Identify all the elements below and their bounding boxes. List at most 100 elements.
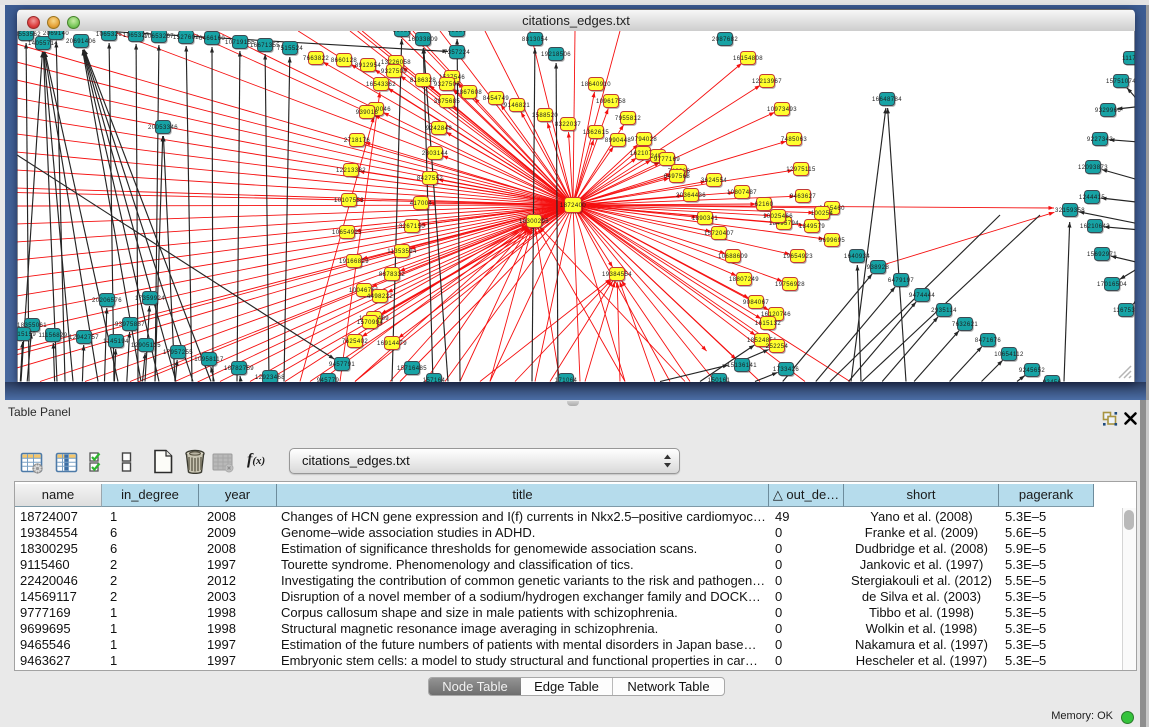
svg-text:19218506: 19218506 bbox=[541, 52, 571, 58]
svg-text:7663822: 7663822 bbox=[303, 56, 329, 62]
svg-text:19384554: 19384554 bbox=[602, 272, 632, 278]
svg-text:7485063: 7485063 bbox=[781, 137, 807, 143]
svg-text:7625402: 7625402 bbox=[342, 339, 368, 345]
svg-text:8427552: 8427552 bbox=[417, 176, 443, 182]
svg-text:1145194: 1145194 bbox=[103, 339, 129, 345]
svg-text:18807249: 18807249 bbox=[729, 277, 759, 283]
svg-text:15751074: 15751074 bbox=[1106, 79, 1135, 85]
svg-text:12213382: 12213382 bbox=[336, 168, 366, 174]
svg-text:19654923: 19654923 bbox=[783, 254, 813, 260]
svg-text:9227343: 9227343 bbox=[1087, 137, 1113, 143]
svg-text:2803144: 2803144 bbox=[422, 151, 448, 157]
svg-text:1362615: 1362615 bbox=[583, 130, 609, 136]
svg-text:9794028: 9794028 bbox=[631, 137, 657, 143]
svg-text:19756928: 19756928 bbox=[775, 282, 805, 288]
svg-text:7515524: 7515524 bbox=[277, 46, 303, 52]
svg-text:16210643: 16210643 bbox=[1080, 224, 1110, 230]
svg-text:2867608: 2867608 bbox=[456, 90, 482, 96]
svg-text:8878332: 8878332 bbox=[379, 272, 405, 278]
svg-text:14055714: 14055714 bbox=[28, 41, 58, 47]
svg-text:10958117: 10958117 bbox=[194, 357, 224, 363]
svg-text:12942757: 12942757 bbox=[69, 335, 99, 341]
svg-text:9329966: 9329966 bbox=[1095, 108, 1121, 114]
svg-text:9327505: 9327505 bbox=[434, 82, 460, 88]
svg-text:8813054: 8813054 bbox=[522, 37, 548, 43]
svg-text:1849579: 1849579 bbox=[799, 224, 825, 230]
svg-text:157164: 157164 bbox=[423, 378, 446, 382]
svg-text:10653267: 10653267 bbox=[144, 34, 174, 40]
svg-text:17016504: 17016504 bbox=[1097, 282, 1127, 288]
svg-text:12093873: 12093873 bbox=[1078, 165, 1108, 171]
svg-text:1588520: 1588520 bbox=[532, 113, 558, 119]
svg-text:8990448: 8990448 bbox=[605, 138, 631, 144]
svg-text:20206576: 20206576 bbox=[92, 298, 122, 304]
svg-text:93975887: 93975887 bbox=[115, 322, 145, 328]
svg-text:9245652: 9245652 bbox=[1019, 368, 1045, 374]
svg-text:16914479: 16914479 bbox=[377, 341, 407, 347]
svg-text:8471676: 8471676 bbox=[975, 338, 1001, 344]
svg-text:10654112: 10654112 bbox=[994, 352, 1024, 358]
svg-text:11353594: 11353594 bbox=[387, 249, 417, 255]
svg-text:20053346: 20053346 bbox=[148, 125, 178, 131]
svg-text:3875685: 3875685 bbox=[434, 99, 460, 105]
svg-text:15720407: 15720407 bbox=[704, 231, 734, 237]
svg-text:1167533: 1167533 bbox=[1113, 308, 1135, 314]
svg-text:8322037: 8322037 bbox=[555, 122, 581, 128]
svg-text:12905135: 12905135 bbox=[131, 343, 161, 349]
svg-text:10654923: 10654923 bbox=[332, 230, 362, 236]
svg-text:20691406: 20691406 bbox=[66, 39, 96, 45]
svg-text:7357224: 7357224 bbox=[444, 50, 470, 56]
svg-text:9084067: 9084067 bbox=[743, 300, 769, 306]
svg-text:8454749: 8454749 bbox=[483, 96, 509, 102]
svg-text:2087682: 2087682 bbox=[712, 37, 738, 43]
svg-text:15716485: 15716485 bbox=[397, 366, 427, 372]
svg-text:12975115: 12975115 bbox=[786, 167, 816, 173]
svg-text:15692971: 15692971 bbox=[1087, 252, 1117, 258]
svg-text:3624554: 3624554 bbox=[701, 178, 727, 184]
svg-text:16782759: 16782759 bbox=[224, 366, 254, 372]
svg-text:62160: 62160 bbox=[755, 202, 774, 208]
svg-text:8660128: 8660128 bbox=[331, 58, 357, 64]
svg-text:7955812: 7955812 bbox=[615, 116, 641, 122]
svg-text:16154808: 16154808 bbox=[733, 56, 763, 62]
svg-text:10961758: 10961758 bbox=[596, 99, 626, 105]
svg-text:9242848: 9242848 bbox=[426, 126, 452, 132]
svg-text:10807487: 10807487 bbox=[727, 190, 757, 196]
svg-text:8186328: 8186328 bbox=[410, 78, 436, 84]
svg-text:8912954: 8912954 bbox=[355, 63, 381, 69]
svg-text:16671355: 16671355 bbox=[250, 43, 280, 49]
svg-text:7632621: 7632621 bbox=[952, 322, 978, 328]
svg-text:16543362: 16543362 bbox=[366, 82, 396, 88]
svg-text:15136141: 15136141 bbox=[727, 363, 757, 369]
svg-text:1890341: 1890341 bbox=[692, 216, 718, 222]
svg-text:10025466: 10025466 bbox=[763, 214, 793, 220]
svg-text:6479197: 6479197 bbox=[888, 278, 914, 284]
svg-text:939016: 939016 bbox=[356, 110, 379, 116]
svg-text:9474444: 9474444 bbox=[909, 293, 935, 299]
svg-text:1570994: 1570994 bbox=[357, 320, 383, 326]
svg-text:417004: 417004 bbox=[410, 201, 433, 207]
svg-text:2069140: 2069140 bbox=[43, 31, 69, 37]
svg-text:4498222: 4498222 bbox=[367, 294, 393, 300]
svg-text:171064: 171064 bbox=[555, 378, 578, 382]
svg-text:20364436: 20364436 bbox=[676, 193, 706, 199]
svg-text:3267150: 3267150 bbox=[399, 224, 425, 230]
svg-text:3915159: 3915159 bbox=[17, 332, 36, 338]
svg-text:12923468: 12923468 bbox=[255, 375, 285, 381]
svg-text:9146821: 9146821 bbox=[504, 103, 530, 109]
svg-text:19166829: 19166829 bbox=[339, 259, 369, 265]
svg-text:150161: 150161 bbox=[708, 378, 731, 382]
svg-text:10688609: 10688609 bbox=[718, 254, 748, 260]
svg-text:2935114: 2935114 bbox=[931, 308, 957, 314]
svg-text:16033809: 16033809 bbox=[408, 37, 438, 43]
svg-text:9457791: 9457791 bbox=[329, 362, 355, 368]
svg-text:6497568: 6497568 bbox=[664, 174, 690, 180]
svg-text:1615132: 1615132 bbox=[755, 321, 781, 327]
svg-text:1733426: 1733426 bbox=[773, 367, 799, 373]
svg-text:16033: 16033 bbox=[393, 31, 412, 34]
svg-text:1872400: 1872400 bbox=[560, 203, 586, 209]
svg-text:9463627: 9463627 bbox=[790, 194, 816, 200]
svg-text:1244415: 1244415 bbox=[1079, 195, 1105, 201]
svg-text:252254: 252254 bbox=[766, 344, 789, 350]
svg-text:11156829: 11156829 bbox=[38, 333, 67, 339]
